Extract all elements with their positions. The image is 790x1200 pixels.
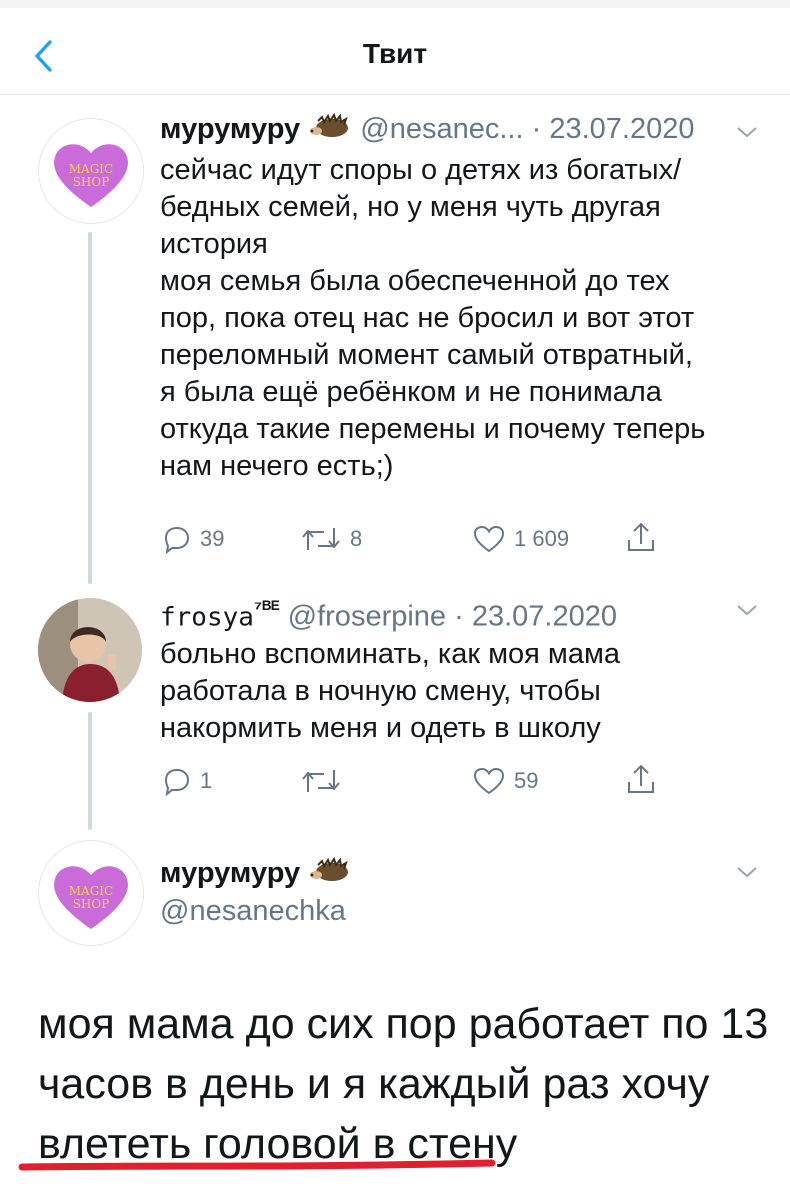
- text-line: часов в день и я каждый раз хочу: [38, 1060, 710, 1108]
- text-line: история: [160, 228, 268, 260]
- reply-button[interactable]: 1: [160, 766, 212, 796]
- avatar[interactable]: MAGIC SHOP: [38, 840, 144, 946]
- display-name[interactable]: frosya: [160, 603, 254, 633]
- text-line: больно вспоминать, как моя мама: [160, 638, 621, 670]
- text-line: пор, пока отец нас не бросил и вот этот: [160, 302, 695, 334]
- reply-count: 1: [200, 768, 213, 793]
- page-title: Твит: [362, 38, 428, 69]
- chevron-down-icon: [737, 867, 757, 878]
- text-line: я была ещё ребёнком и не понимала: [160, 376, 662, 408]
- avatar-logo-text: SHOP: [73, 175, 110, 189]
- heart-icon: [473, 525, 505, 553]
- like-button[interactable]: 59: [472, 766, 538, 796]
- hedgehog-icon: [308, 113, 352, 147]
- text-line: откуда такие перемены и почему теперь: [160, 413, 706, 445]
- reply-button[interactable]: 39: [160, 524, 224, 554]
- tweet-text: сейчас идут споры о детях из богатых/ бе…: [160, 152, 760, 485]
- display-name-suffix: ⁷ᴮᴱ: [253, 598, 280, 620]
- status-bar: [0, 0, 790, 8]
- text-line: моя мама до сих пор работает по 13: [38, 1000, 769, 1048]
- text-line: нам нечего есть;): [160, 450, 394, 482]
- chevron-down-icon: [737, 605, 757, 616]
- share-icon: [628, 764, 654, 793]
- tweet-header: мурумуру @nesanec... · 23.07.2020: [160, 112, 694, 147]
- reply-icon: [164, 768, 190, 796]
- user-handle[interactable]: @froserpine: [288, 601, 446, 633]
- retweet-icon: [302, 770, 340, 792]
- text-line: сейчас идут споры о детях из богатых/: [160, 154, 682, 186]
- text-line: бедных семей, но у меня чуть другая: [160, 191, 661, 223]
- text-line: моя семья была обеспеченной до тех: [160, 265, 670, 297]
- text-line: переломный момент самый отвратный,: [160, 339, 693, 371]
- display-name[interactable]: мурумуру: [160, 113, 300, 145]
- hedgehog-icon: [308, 857, 352, 891]
- avatar-logo-text: SHOP: [73, 897, 110, 911]
- user-handle[interactable]: @nesanechka: [160, 894, 346, 928]
- avatar[interactable]: [38, 598, 142, 702]
- text-line: накормить меня и одеть в школу: [160, 712, 601, 744]
- share-icon: [628, 522, 654, 551]
- display-name[interactable]: мурумуру: [160, 857, 300, 889]
- avatar-logo-text: MAGIC: [69, 162, 113, 176]
- retweet-button[interactable]: [300, 766, 342, 796]
- main-tweet-text: моя мама до сих пор работает по 13 часов…: [38, 994, 778, 1174]
- text-line: работала в ночную смену, чтобы: [160, 675, 601, 707]
- avatar[interactable]: MAGIC SHOP: [38, 118, 144, 224]
- retweet-icon: [302, 528, 340, 550]
- tweet-text: больно вспоминать, как моя мама работала…: [160, 636, 760, 747]
- tweet-menu-button[interactable]: [734, 862, 760, 882]
- user-photo-icon: [38, 598, 142, 702]
- top-bar: Твит: [0, 8, 790, 95]
- like-button[interactable]: 1 609: [472, 524, 569, 554]
- red-underline-mark: [18, 1159, 496, 1171]
- heart-icon: [473, 767, 505, 795]
- main-tweet-header: мурумуру: [160, 856, 352, 891]
- retweet-count: 8: [350, 526, 363, 551]
- thread-line: [88, 232, 92, 584]
- like-count: 1 609: [514, 526, 570, 551]
- retweet-button[interactable]: 8: [300, 524, 362, 554]
- reply-count: 39: [200, 526, 225, 551]
- tweet-header: frosya⁷ᴮᴱ @froserpine · 23.07.2020: [160, 592, 617, 635]
- thread-line: [88, 712, 92, 830]
- user-handle[interactable]: @nesanec...: [360, 113, 523, 145]
- share-button[interactable]: [626, 520, 656, 554]
- chevron-down-icon: [737, 127, 757, 138]
- magic-shop-heart-icon: MAGIC SHOP: [54, 866, 128, 929]
- tweet-menu-button[interactable]: [734, 122, 760, 142]
- share-button[interactable]: [626, 762, 656, 796]
- tweet-date[interactable]: · 23.07.2020: [532, 113, 695, 145]
- tweet-menu-button[interactable]: [734, 600, 760, 620]
- reply-icon: [164, 526, 190, 554]
- avatar-logo-text: MAGIC: [69, 884, 113, 898]
- tweet-date[interactable]: · 23.07.2020: [454, 601, 617, 633]
- like-count: 59: [514, 768, 539, 793]
- magic-shop-heart-icon: MAGIC SHOP: [54, 144, 128, 207]
